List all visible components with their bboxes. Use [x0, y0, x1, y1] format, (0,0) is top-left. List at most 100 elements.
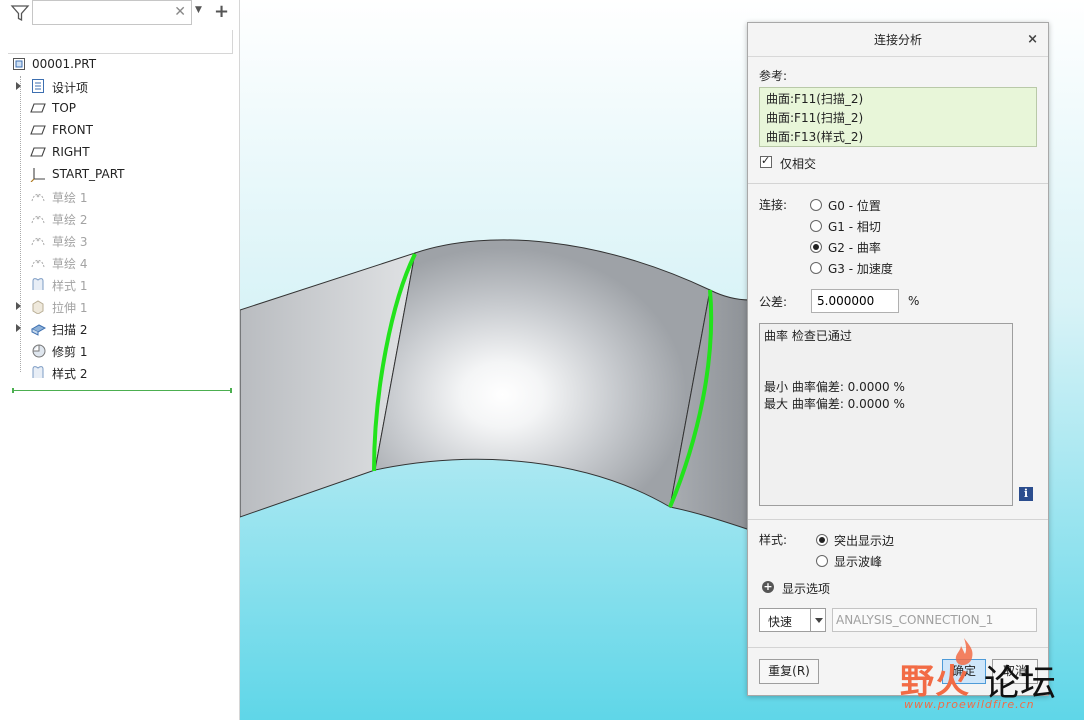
tree-item[interactable]: 草绘 4	[0, 251, 236, 273]
datum-plane-icon	[30, 125, 46, 135]
tree-item[interactable]: 草绘 1	[0, 185, 236, 207]
tree-item[interactable]: 草绘 2	[0, 207, 236, 229]
tree-item[interactable]: 草绘 3	[0, 229, 236, 251]
add-icon[interactable]: +	[214, 1, 229, 22]
style-option-label[interactable]: 突出显示边	[834, 532, 894, 549]
sweep-icon	[30, 324, 46, 336]
tree-item-label: RIGHT	[52, 145, 90, 159]
only-intersect-label: 仅相交	[780, 157, 817, 171]
result-line: 最大 曲率偏差: 0.0000 %	[764, 397, 905, 411]
section-divider	[748, 519, 1048, 520]
tree-item[interactable]: RIGHT	[0, 141, 236, 163]
connection-radio[interactable]	[810, 241, 822, 253]
section-divider	[748, 183, 1048, 184]
reference-item[interactable]: 曲面:F11(扫描_2)	[766, 109, 1030, 128]
tree-item[interactable]: TOP	[0, 97, 236, 119]
ok-button[interactable]: 确定	[942, 659, 986, 684]
tree-item[interactable]: 样式 1	[0, 273, 236, 295]
connection-analysis-dialog: 连接分析 × 参考: 曲面:F11(扫描_2) 曲面:F11(扫描_2) 曲面:F1…	[747, 22, 1049, 696]
section-divider	[748, 647, 1048, 648]
tree-item[interactable]: START_PART	[0, 163, 236, 185]
part-icon	[13, 58, 25, 70]
insert-here-indicator[interactable]	[12, 388, 232, 393]
connection-radio[interactable]	[810, 262, 822, 274]
tolerance-label: 公差:	[759, 295, 788, 309]
tree-header-divider	[8, 30, 233, 54]
layers-icon	[32, 79, 44, 93]
tree-item[interactable]: 修剪 1	[0, 339, 236, 361]
analysis-name-field[interactable]	[832, 608, 1037, 632]
tree-item[interactable]: 扫描 2	[0, 317, 236, 339]
info-icon[interactable]: i	[1019, 487, 1033, 501]
chevron-down-icon[interactable]	[815, 618, 823, 623]
extrude-icon	[32, 300, 44, 314]
datum-plane-icon	[30, 103, 46, 113]
reference-list[interactable]: 曲面:F11(扫描_2) 曲面:F11(扫描_2) 曲面:F13(样式_2)	[759, 87, 1037, 147]
speed-select[interactable]: 快速	[759, 608, 826, 632]
result-line: 曲率 检查已通过	[764, 329, 852, 343]
tree-search-input[interactable]	[33, 1, 169, 24]
connection-label: 连接:	[759, 198, 788, 212]
filter-icon[interactable]	[10, 3, 30, 23]
tree-item[interactable]: 拉伸 1	[0, 295, 236, 317]
tree-search-box[interactable]: ✕	[32, 0, 192, 25]
result-line	[764, 345, 1008, 362]
style-label: 样式:	[759, 533, 788, 547]
connection-option-label[interactable]: G3 - 加速度	[828, 260, 893, 277]
sketch-icon	[31, 237, 45, 246]
tree-item-label: 草绘 2	[52, 213, 88, 227]
connection-radio[interactable]	[810, 220, 822, 232]
style-icon	[32, 366, 44, 378]
tree-item[interactable]: 样式 2	[0, 361, 236, 383]
tree-item-label: 设计项	[52, 81, 89, 95]
repeat-button[interactable]: 重复(R)	[759, 659, 819, 684]
chevron-down-icon[interactable]: ▼	[195, 5, 202, 15]
tree-item-label: FRONT	[52, 123, 93, 137]
speed-select-value: 快速	[768, 615, 793, 629]
close-icon[interactable]: ×	[1027, 32, 1038, 48]
connection-radio[interactable]	[810, 199, 822, 211]
select-separator	[810, 609, 811, 631]
expand-arrow-icon[interactable]	[16, 324, 21, 332]
style-option-label[interactable]: 显示波峰	[834, 553, 882, 570]
tree-item-label: 草绘 4	[52, 257, 88, 271]
expand-arrow-icon[interactable]	[16, 82, 21, 90]
result-line: 最小 曲率偏差: 0.0000 %	[764, 380, 905, 394]
clear-search-icon[interactable]: ✕	[174, 4, 186, 20]
style-icon	[32, 278, 44, 290]
tree-root-item[interactable]: 00001.PRT	[0, 53, 236, 75]
reference-item[interactable]: 曲面:F11(扫描_2)	[766, 90, 1030, 109]
sketch-icon	[31, 259, 45, 268]
cancel-button[interactable]: 取消	[992, 659, 1038, 684]
tree-root-label: 00001.PRT	[32, 57, 97, 71]
tree-item-label: 草绘 3	[52, 235, 88, 249]
style-radio[interactable]	[816, 534, 828, 546]
sketch-icon	[31, 215, 45, 224]
tree-item-label: 扫描 2	[52, 323, 88, 337]
datum-plane-icon	[30, 147, 46, 157]
dialog-title: 连接分析	[748, 23, 1048, 57]
connection-option-label[interactable]: G1 - 相切	[828, 218, 881, 235]
coordinate-system-icon	[30, 168, 45, 182]
reference-item[interactable]: 曲面:F13(样式_2)	[766, 128, 1030, 147]
tolerance-unit: %	[908, 294, 920, 308]
expand-plus-icon[interactable]: +	[762, 581, 774, 593]
connection-option-label[interactable]: G2 - 曲率	[828, 239, 881, 256]
expand-arrow-icon[interactable]	[16, 302, 21, 310]
trim-icon	[32, 344, 46, 358]
tree-item-label: TOP	[52, 101, 77, 115]
display-options-toggle[interactable]: 显示选项	[782, 580, 830, 597]
tolerance-input[interactable]	[811, 289, 899, 313]
reference-label: 参考:	[759, 69, 788, 83]
tree-item[interactable]: 设计项	[0, 75, 236, 97]
sketch-icon	[31, 193, 45, 202]
model-tree-panel: ✕ ▼ + 00001.PRT 设计项 TOP FRONT RIGHT START_PA…	[0, 0, 240, 720]
result-line	[764, 362, 1008, 379]
connection-option-label[interactable]: G0 - 位置	[828, 197, 881, 214]
analysis-result-box: 曲率 检查已通过最小 曲率偏差: 0.0000 % 最大 曲率偏差: 0.0000…	[759, 323, 1013, 506]
only-intersect-checkbox[interactable]	[760, 154, 772, 168]
tree-item[interactable]: FRONT	[0, 119, 236, 141]
tree-item-label: 样式 2	[52, 367, 88, 381]
tree-item-label: 拉伸 1	[52, 301, 88, 315]
style-radio[interactable]	[816, 555, 828, 567]
